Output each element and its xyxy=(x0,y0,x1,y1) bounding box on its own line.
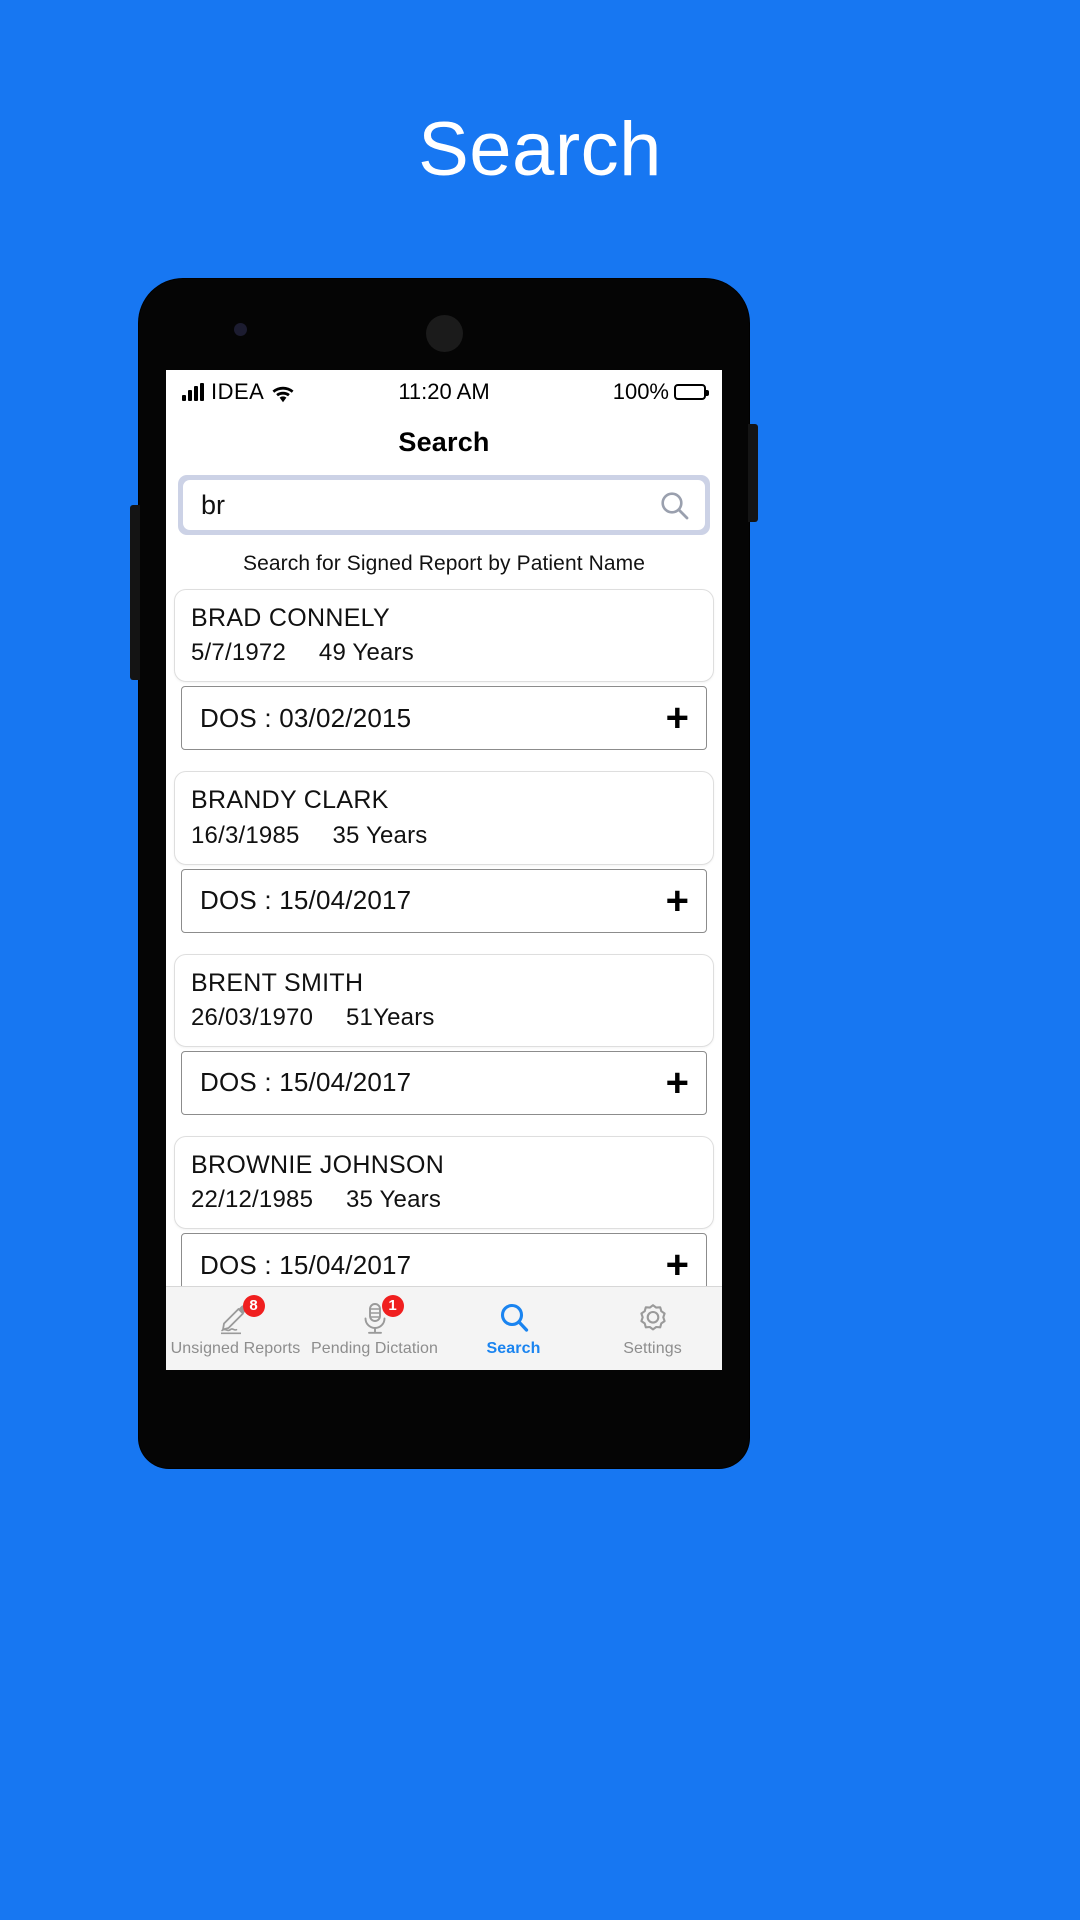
tab-search[interactable]: Search xyxy=(444,1287,583,1370)
patient-meta: 16/3/1985 35 Years xyxy=(191,822,697,850)
earpiece-speaker xyxy=(426,315,463,352)
dos-row[interactable]: DOS : 03/02/2015 + xyxy=(181,686,707,751)
plus-icon[interactable]: + xyxy=(666,1063,689,1103)
screen-title: Search xyxy=(398,427,490,457)
patient-meta: 5/7/1972 49 Years xyxy=(191,639,697,667)
tab-label: Pending Dictation xyxy=(310,1339,439,1357)
patient-age: 49 Years xyxy=(318,639,414,667)
patient-dob: 16/3/1985 xyxy=(191,821,300,849)
search-field[interactable]: br xyxy=(183,480,705,530)
dos-row[interactable]: DOS : 15/04/2017 + xyxy=(181,1050,707,1115)
patient-name: BRENT SMITH xyxy=(191,968,364,997)
search-icon xyxy=(496,1300,532,1336)
signature-pen-icon: 8 xyxy=(218,1294,265,1336)
volume-button[interactable] xyxy=(130,505,140,680)
bottom-tab-bar: 8 Unsigned Reports 1 Pending Dictation S… xyxy=(166,1286,722,1370)
search-bar[interactable]: br xyxy=(178,475,710,535)
tab-unsigned-reports[interactable]: 8 Unsigned Reports xyxy=(166,1287,305,1370)
phone-screen: IDEA 11:20 AM 100% Search br Search for … xyxy=(166,370,722,1370)
gear-icon xyxy=(635,1300,671,1336)
battery-full-icon xyxy=(674,384,709,400)
front-camera-icon xyxy=(234,323,247,336)
badge-count: 8 xyxy=(242,1294,265,1317)
dos-row[interactable]: DOS : 15/04/2017 + xyxy=(181,868,707,933)
dos-label: DOS : 15/04/2017 xyxy=(200,1249,412,1280)
patient-card[interactable]: BRANDY CLARK 16/3/1985 35 Years xyxy=(174,771,714,865)
patient-age: 35 Years xyxy=(346,1186,442,1213)
search-hint: Search for Signed Report by Patient Name xyxy=(242,552,646,575)
wifi-icon xyxy=(271,383,295,403)
search-results-list: BRAD CONNELY 5/7/1972 49 Years DOS : 03/… xyxy=(166,589,722,1297)
carrier-label: IDEA xyxy=(211,379,265,404)
dos-label: DOS : 15/04/2017 xyxy=(200,885,412,915)
result-group: BRANDY CLARK 16/3/1985 35 Years DOS : 15… xyxy=(174,771,714,933)
tab-label: Unsigned Reports xyxy=(170,1339,301,1357)
patient-card[interactable]: BRAD CONNELY 5/7/1972 49 Years xyxy=(174,589,714,683)
status-bar-right: 100% xyxy=(612,379,709,405)
tab-pending-dictation[interactable]: 1 Pending Dictation xyxy=(305,1287,444,1370)
patient-card[interactable]: BROWNIE JOHNSON 22/12/1985 35 Years xyxy=(174,1135,714,1229)
plus-icon[interactable]: + xyxy=(666,881,689,921)
patient-meta: 26/03/1970 51Years xyxy=(191,1004,697,1032)
plus-icon[interactable]: + xyxy=(666,698,689,738)
patient-dob: 26/03/1970 xyxy=(191,1003,314,1031)
result-group: BROWNIE JOHNSON 22/12/1985 35 Years DOS … xyxy=(174,1135,714,1297)
tab-label: Settings xyxy=(623,1339,682,1357)
cellular-signal-icon xyxy=(182,383,204,401)
plus-icon[interactable]: + xyxy=(666,1245,689,1285)
patient-card[interactable]: BRENT SMITH 26/03/1970 51Years xyxy=(174,953,714,1047)
result-group: BRENT SMITH 26/03/1970 51Years DOS : 15/… xyxy=(174,953,714,1115)
patient-meta: 22/12/1985 35 Years xyxy=(191,1186,697,1214)
battery-percent-label: 100% xyxy=(612,379,669,404)
dos-label: DOS : 03/02/2015 xyxy=(200,702,412,733)
patient-name: BROWNIE JOHNSON xyxy=(191,1150,445,1179)
patient-name: BRAD CONNELY xyxy=(191,604,391,632)
microphone-icon: 1 xyxy=(357,1294,404,1336)
badge-count: 1 xyxy=(381,1294,404,1317)
patient-dob: 22/12/1985 xyxy=(191,1186,314,1213)
search-icon[interactable] xyxy=(658,489,691,522)
patient-name: BRANDY CLARK xyxy=(191,786,389,815)
dos-label: DOS : 15/04/2017 xyxy=(200,1067,412,1098)
patient-dob: 5/7/1972 xyxy=(191,639,287,667)
patient-age: 35 Years xyxy=(332,821,428,849)
status-bar: IDEA 11:20 AM 100% xyxy=(166,370,722,414)
power-button[interactable] xyxy=(748,424,758,522)
phone-mockup: IDEA 11:20 AM 100% Search br Search for … xyxy=(130,279,758,1468)
page-title: Search xyxy=(418,107,662,192)
result-group: BRAD CONNELY 5/7/1972 49 Years DOS : 03/… xyxy=(174,589,714,751)
tab-label: Search xyxy=(486,1339,541,1357)
patient-age: 51Years xyxy=(346,1003,435,1031)
search-input[interactable]: br xyxy=(201,490,658,521)
tab-settings[interactable]: Settings xyxy=(583,1287,722,1370)
status-bar-left: IDEA xyxy=(182,379,295,405)
